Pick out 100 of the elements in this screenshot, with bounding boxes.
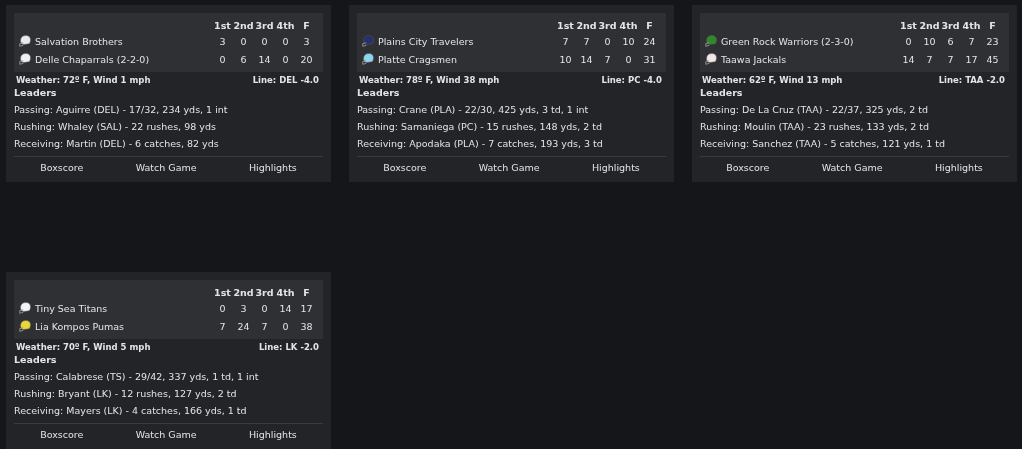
score-cell-text: 20 <box>299 53 314 65</box>
period-header: 2nd <box>233 286 254 298</box>
game-link[interactable]: Highlights <box>934 162 983 173</box>
score-cell-text: 10 <box>922 35 937 47</box>
period-header: 2nd <box>233 19 254 31</box>
game-link[interactable]: Watch Game <box>135 162 197 173</box>
score-cell-text: 31 <box>642 53 657 65</box>
period-header: F <box>302 19 311 31</box>
period-header: 1st <box>899 19 918 31</box>
betting-line: Line: TAA -2.0 <box>938 75 1005 85</box>
team-name: Lia Kompos Pumas <box>35 320 125 332</box>
team-name: Green Rock Warriors (2-3-0) <box>721 35 854 47</box>
period-header: 4th <box>275 19 296 31</box>
game-link[interactable]: Boxscore <box>40 162 84 173</box>
score-cell-text: 0 <box>281 320 290 332</box>
period-header: 3rd <box>254 286 275 298</box>
betting-line: Line: LK -2.0 <box>258 342 319 352</box>
leader-line-text: Receiving: Mayers (LK) - 4 catches, 166 yds, 1 td <box>14 404 248 418</box>
score-cell-text: 23 <box>985 35 1000 47</box>
leader-line-text: Receiving: Apodaka (PLA) - 7 catches, 193 yds, 3 td <box>357 137 604 151</box>
weather-text: Weather: 70º F, Wind 5 mph <box>16 342 151 352</box>
leaders-heading: Leaders <box>357 86 401 100</box>
score-cell-text: 24 <box>236 320 251 332</box>
team-name: Taawa Jackals <box>721 53 787 65</box>
score-cell-text: 0 <box>904 35 913 47</box>
score-cell-text: 0 <box>624 53 633 65</box>
period-header: 4th <box>618 19 639 31</box>
leader-line-text: Rushing: Bryant (LK) - 12 rushes, 127 yds, 2 td <box>14 387 238 401</box>
weather-text: Weather: 78º F, Wind 38 mph <box>359 75 500 85</box>
score-cell-text: 38 <box>299 320 314 332</box>
game-link[interactable]: Highlights <box>248 429 297 440</box>
period-header: F <box>988 19 997 31</box>
period-header: 1st <box>556 19 575 31</box>
leader-line-text: Rushing: Moulin (TAA) - 23 rushes, 133 yds, 2 td <box>700 120 931 134</box>
period-header: 3rd <box>254 19 275 31</box>
team-name: Tiny Sea Titans <box>35 302 108 314</box>
score-cell-text: 0 <box>281 35 290 47</box>
leader-line-text: Passing: Crane (PLA) - 22/30, 425 yds, 3 td, 1 int <box>357 103 590 117</box>
team-name: Platte Cragsmen <box>378 53 457 65</box>
game-link[interactable]: Watch Game <box>821 162 883 173</box>
score-cell-text: 17 <box>299 302 314 314</box>
score-cell-text: 7 <box>561 35 570 47</box>
game-link[interactable]: Highlights <box>248 162 297 173</box>
period-header: 2nd <box>576 19 597 31</box>
game-link[interactable]: Boxscore <box>726 162 770 173</box>
score-cell-text: 17 <box>964 53 979 65</box>
score-cell-text: 0 <box>218 302 227 314</box>
score-cell-text: 24 <box>642 35 657 47</box>
score-cell-text: 6 <box>946 35 955 47</box>
game-link[interactable]: Boxscore <box>40 429 84 440</box>
betting-line: Line: DEL -4.0 <box>252 75 319 85</box>
score-cell-text: 14 <box>579 53 594 65</box>
team-name: Plains City Travelers <box>378 35 474 47</box>
period-header: 3rd <box>597 19 618 31</box>
leaders-heading: Leaders <box>700 86 744 100</box>
score-cell-text: 7 <box>582 35 591 47</box>
score-cell-text: 0 <box>260 302 269 314</box>
score-cell-text: 14 <box>257 53 272 65</box>
betting-line: Line: PC -4.0 <box>601 75 662 85</box>
score-cell-text: 14 <box>901 53 916 65</box>
leaders-heading: Leaders <box>14 86 58 100</box>
score-cell-text: 7 <box>218 320 227 332</box>
leader-line-text: Rushing: Samaniega (PC) - 15 rushes, 148 yds, 2 td <box>357 120 604 134</box>
game-link[interactable]: Highlights <box>591 162 640 173</box>
team-name: Salvation Brothers <box>35 35 123 47</box>
score-cell-text: 7 <box>946 53 955 65</box>
score-cell-text: 6 <box>239 53 248 65</box>
score-cell-text: 3 <box>218 35 227 47</box>
period-header: 2nd <box>919 19 940 31</box>
team-name: Delle Chaparrals (2-2-0) <box>35 53 150 65</box>
leader-line-text: Receiving: Sanchez (TAA) - 5 catches, 121 yds, 1 td <box>700 137 946 151</box>
score-cell-text: 0 <box>281 53 290 65</box>
period-header: 1st <box>213 286 232 298</box>
leader-line-text: Receiving: Martin (DEL) - 6 catches, 82 yds <box>14 137 220 151</box>
score-cell-text: 7 <box>603 53 612 65</box>
score-cell-text: 7 <box>967 35 976 47</box>
leader-line-text: Passing: De La Cruz (TAA) - 22/37, 325 yds, 2 td <box>700 103 930 117</box>
period-header: 3rd <box>940 19 961 31</box>
score-cell-text: 14 <box>278 302 293 314</box>
score-cell-text: 0 <box>260 35 269 47</box>
score-cell-text: 7 <box>260 320 269 332</box>
period-header: 4th <box>961 19 982 31</box>
score-cell-text: 3 <box>239 302 248 314</box>
game-link[interactable]: Watch Game <box>135 429 197 440</box>
score-cell-text: 0 <box>239 35 248 47</box>
leader-line-text: Passing: Calabrese (TS) - 29/42, 337 yds, 1 td, 1 int <box>14 370 260 384</box>
leader-line-text: Rushing: Whaley (SAL) - 22 rushes, 98 yds <box>14 120 217 134</box>
leaders-heading: Leaders <box>14 353 58 367</box>
score-cell-text: 7 <box>925 53 934 65</box>
period-header: 4th <box>275 286 296 298</box>
score-cell-text: 3 <box>302 35 311 47</box>
leader-line-text: Passing: Aguirre (DEL) - 17/32, 234 yds, 1 int <box>14 103 229 117</box>
game-link[interactable]: Watch Game <box>478 162 540 173</box>
weather-text: Weather: 62º F, Wind 13 mph <box>702 75 843 85</box>
score-cell-text: 45 <box>985 53 1000 65</box>
game-link[interactable]: Boxscore <box>383 162 427 173</box>
period-header: 1st <box>213 19 232 31</box>
score-cell-text: 0 <box>603 35 612 47</box>
score-cell-text: 10 <box>558 53 573 65</box>
period-header: F <box>302 286 311 298</box>
